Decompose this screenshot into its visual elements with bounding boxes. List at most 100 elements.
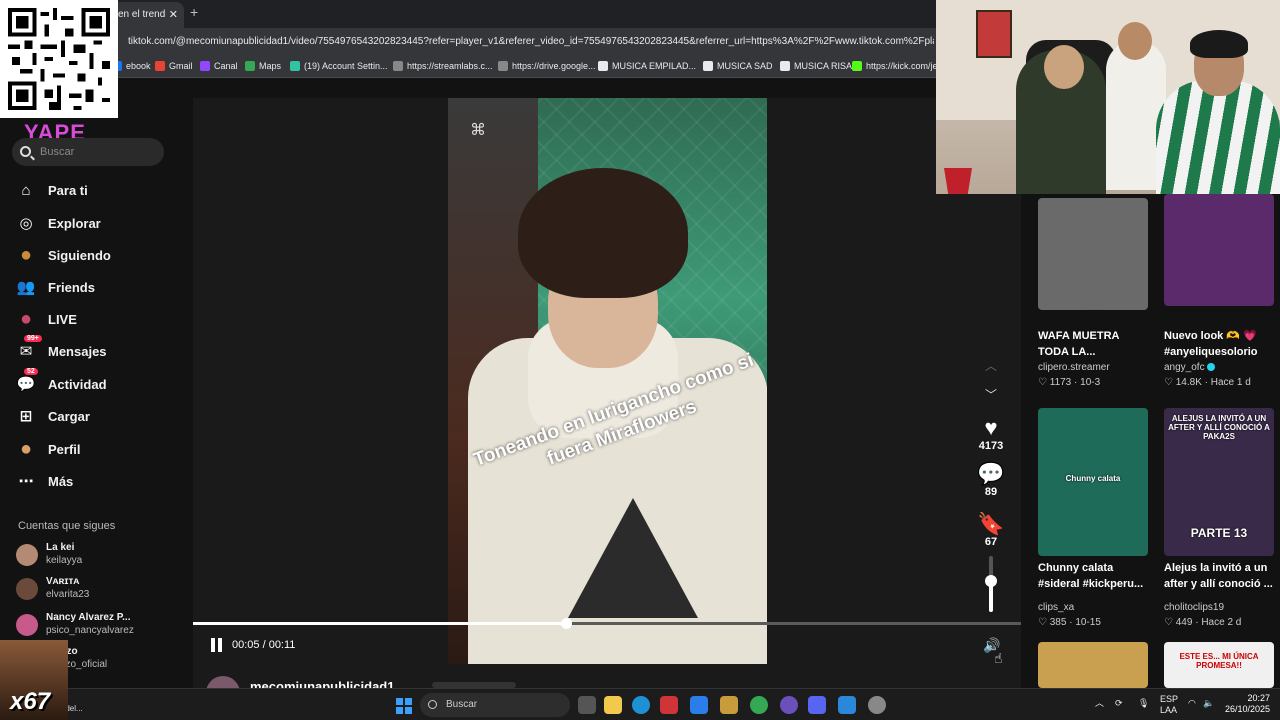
- video-stats: ♡ 14.8K · Hace 1 d: [1164, 377, 1251, 388]
- bookmark-label: Maps: [259, 61, 282, 71]
- windows-taskbar: HA ación del... Buscar ︿ ⟳ 🎙 ESP LAA ◠ 🔈…: [0, 688, 1280, 720]
- bookmark-item[interactable]: https://streamlabs.c...: [393, 61, 493, 71]
- sidebar-item-siguiendo[interactable]: ● Siguiendo: [16, 242, 176, 268]
- network-icon[interactable]: ⟳: [1115, 698, 1123, 709]
- progress-knob[interactable]: [560, 618, 572, 629]
- like-button[interactable]: ♥ 4173: [975, 416, 1007, 453]
- video-thumbnail[interactable]: [1038, 642, 1148, 688]
- taskbar-search-label: Buscar: [446, 699, 478, 710]
- taskbar-search[interactable]: Buscar: [420, 693, 570, 717]
- video-frame[interactable]: Toneando en lurigancho como si fuera Mir…: [448, 98, 767, 664]
- speaker-icon[interactable]: 🔈: [1203, 698, 1214, 709]
- bookmark-item[interactable]: Maps: [245, 61, 281, 71]
- video-title[interactable]: Chunny calata #sideral #kickperu...: [1038, 560, 1150, 592]
- sidebar-item-live[interactable]: ● LIVE: [16, 306, 176, 332]
- bookmark-item[interactable]: MUSICA RISA: [780, 61, 852, 71]
- wifi-icon[interactable]: ◠: [1188, 698, 1196, 709]
- sidebar-item-actividad[interactable]: 💬 52 Actividad: [16, 368, 176, 397]
- bookmark-item[interactable]: https://kick.com/jef: [852, 61, 940, 71]
- bookmark-item[interactable]: Canal: [200, 61, 238, 71]
- bookmark-item[interactable]: https://drive.google...: [498, 61, 596, 71]
- address-bar[interactable]: tiktok.com/@mecomiunapublicidad1/video/7…: [0, 28, 936, 56]
- file-explorer-icon[interactable]: [604, 696, 622, 714]
- like-count: 4173: [978, 440, 1004, 452]
- comment-count: 89: [984, 486, 998, 498]
- next-video-icon[interactable]: ﹀: [985, 386, 997, 403]
- live-icon: ●: [19, 307, 33, 330]
- copilot-icon[interactable]: [690, 696, 708, 714]
- taskbar-search-icon: [428, 700, 437, 709]
- volume-slider[interactable]: [985, 556, 997, 612]
- verified-icon: [1206, 363, 1215, 372]
- url-text[interactable]: tiktok.com/@mecomiunapublicidad1/video/7…: [128, 36, 934, 47]
- bookmark-label: ebook: [126, 61, 151, 71]
- sidebar-item-friends[interactable]: 👥 Friends: [16, 274, 176, 300]
- video-thumbnail[interactable]: [1164, 194, 1274, 306]
- video-thumbnail[interactable]: Chunny calata: [1038, 408, 1148, 556]
- task-view-icon[interactable]: [578, 696, 596, 714]
- sidebar-item-para-ti[interactable]: ⌂ Para ti: [16, 177, 176, 203]
- search-placeholder: Buscar: [40, 146, 75, 158]
- sidebar-item-label: Friends: [48, 279, 95, 295]
- sidebar-item-más[interactable]: ⋯ Más: [16, 468, 176, 494]
- video-title[interactable]: WAFA MUETRA TODA LA...: [1038, 328, 1150, 360]
- bookmark-item[interactable]: MUSICA SAD: [703, 61, 773, 71]
- pause-button[interactable]: [210, 638, 224, 652]
- taskbar-clock[interactable]: 20:27 26/10/2025: [1218, 693, 1270, 715]
- overlay-badge-text: x67: [10, 688, 51, 715]
- edge-icon[interactable]: [632, 696, 650, 714]
- discord-icon[interactable]: [808, 696, 826, 714]
- game-launcher-icon[interactable]: [720, 696, 738, 714]
- save-count: 67: [984, 536, 998, 548]
- progress-fill: [193, 622, 566, 625]
- obs-icon[interactable]: [780, 696, 798, 714]
- following-account[interactable]: Vᴀʀɪᴛᴀ elvarita23: [16, 576, 166, 604]
- webcam-poster: [976, 10, 1012, 58]
- microphone-icon[interactable]: 🎙: [1138, 698, 1149, 709]
- video-title[interactable]: Nuevo look 🫶 💗 #anyeliquesolorio: [1164, 328, 1276, 360]
- bookmark-item[interactable]: (19) Account Settin...: [290, 61, 388, 71]
- app-icon[interactable]: [838, 696, 856, 714]
- sidebar-item-explorar[interactable]: ◎ Explorar: [16, 210, 176, 236]
- video-thumbnail[interactable]: ESTE ES... MI ÚNICA PROMESA!!: [1164, 642, 1274, 688]
- bookmark-item[interactable]: MUSICA EMPILAD...: [598, 61, 696, 71]
- thumbnail-text: ALEJUS LA INVITÓ A UN AFTER Y ALLÍ CONOC…: [1168, 414, 1270, 441]
- account-handle: keilayya: [46, 555, 83, 566]
- mouse-cursor-icon: ☝: [994, 650, 1003, 666]
- chrome-icon[interactable]: [750, 696, 768, 714]
- settings-app-icon[interactable]: [868, 696, 886, 714]
- upload-icon: ⊞: [19, 408, 33, 425]
- tray-chevron-icon[interactable]: ︿: [1095, 698, 1104, 709]
- close-tab-icon[interactable]: ✕: [169, 2, 178, 28]
- sidebar-item-label: Siguiendo: [48, 247, 111, 263]
- video-thumbnail[interactable]: KICK: [1038, 198, 1148, 310]
- following-account[interactable]: Nancy Alvarez P... psico_nancyalvarez: [16, 612, 166, 640]
- author-handle: angy_ofc: [1164, 362, 1205, 373]
- video-author[interactable]: angy_ofc: [1164, 362, 1215, 373]
- search-input[interactable]: Buscar: [12, 138, 164, 166]
- video-author[interactable]: clips_xa: [1038, 602, 1074, 613]
- browser-tab[interactable]: en el trend ✕: [112, 2, 184, 28]
- bookmark-label: MUSICA EMPILAD...: [612, 61, 697, 71]
- webcam-red-cup: [944, 168, 972, 194]
- bookmark-item[interactable]: Gmail: [155, 61, 193, 71]
- sidebar-item-cargar[interactable]: ⊞ Cargar: [16, 403, 176, 429]
- comment-button[interactable]: 💬 89: [975, 462, 1007, 499]
- language-indicator[interactable]: ESP LAA: [1160, 694, 1178, 716]
- windows-start-icon[interactable]: [396, 698, 412, 714]
- video-thumbnail[interactable]: ALEJUS LA INVITÓ A UN AFTER Y ALLÍ CONOC…: [1164, 408, 1274, 556]
- sidebar-item-perfil[interactable]: ● Perfil: [16, 436, 176, 462]
- sidebar-item-mensajes[interactable]: ✉ 99+ Mensajes: [16, 335, 176, 364]
- save-button[interactable]: 🔖 67: [975, 512, 1007, 548]
- video-author[interactable]: clipero.streamer: [1038, 362, 1110, 373]
- following-account[interactable]: La kei keilayya: [16, 542, 166, 570]
- office-icon[interactable]: [660, 696, 678, 714]
- video-progress-bar[interactable]: [193, 618, 1021, 629]
- video-author[interactable]: cholitoclips19: [1164, 602, 1224, 613]
- sidebar-item-label: Actividad: [48, 376, 107, 392]
- new-tab-icon[interactable]: +: [190, 4, 198, 20]
- video-title[interactable]: Alejus la invitó a un after y allí conoc…: [1164, 560, 1276, 592]
- thumbnail-part-label: PARTE 13: [1190, 526, 1248, 540]
- browser-tab-bar: en el trend ✕ +: [0, 0, 936, 28]
- previous-video-icon[interactable]: ︿: [985, 357, 997, 374]
